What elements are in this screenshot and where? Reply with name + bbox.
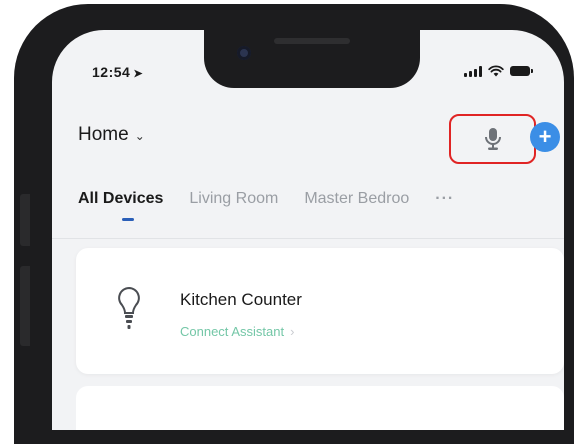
device-status[interactable]: Connect Assistant › [180, 324, 294, 339]
voice-button[interactable] [449, 114, 536, 164]
battery-icon [510, 66, 533, 76]
front-camera [237, 46, 251, 60]
home-selector[interactable]: Home ⌄ [78, 124, 145, 146]
next-device-card[interactable] [76, 386, 564, 430]
phone-frame: 12:54 ➤ Home ⌄ + All Devices Living Room… [14, 4, 574, 444]
tab-divider [52, 238, 564, 239]
tab-all-devices[interactable]: All Devices [78, 190, 163, 221]
chevron-down-icon: ⌄ [134, 129, 145, 143]
bulb-icon [118, 286, 140, 329]
device-card[interactable]: Kitchen Counter Connect Assistant › [76, 248, 564, 374]
microphone-icon [484, 128, 501, 150]
device-name: Kitchen Counter [180, 290, 302, 309]
phone-notch [204, 30, 420, 88]
status-icons [464, 65, 533, 77]
status-time-text: 12:54 [92, 64, 131, 80]
add-icon: + [538, 124, 552, 149]
phone-side-button [20, 194, 30, 246]
status-time: 12:54 ➤ [92, 64, 143, 80]
add-device-button[interactable]: + [530, 122, 560, 152]
phone-side-button [20, 266, 30, 346]
more-tabs-icon[interactable]: ··· [435, 190, 454, 208]
tab-master-bedroom[interactable]: Master Bedroo [304, 190, 409, 208]
location-icon: ➤ [133, 68, 144, 80]
room-tabs: All Devices Living Room Master Bedroo ··… [78, 190, 564, 221]
home-label: Home [78, 124, 129, 145]
earpiece-speaker [274, 38, 350, 44]
signal-icon [464, 65, 482, 77]
wifi-icon [488, 65, 504, 77]
device-status-text: Connect Assistant [180, 324, 285, 339]
app-screen: 12:54 ➤ Home ⌄ + All Devices Living Room… [52, 30, 564, 430]
tab-living-room[interactable]: Living Room [189, 190, 278, 208]
chevron-right-icon: › [290, 324, 295, 339]
